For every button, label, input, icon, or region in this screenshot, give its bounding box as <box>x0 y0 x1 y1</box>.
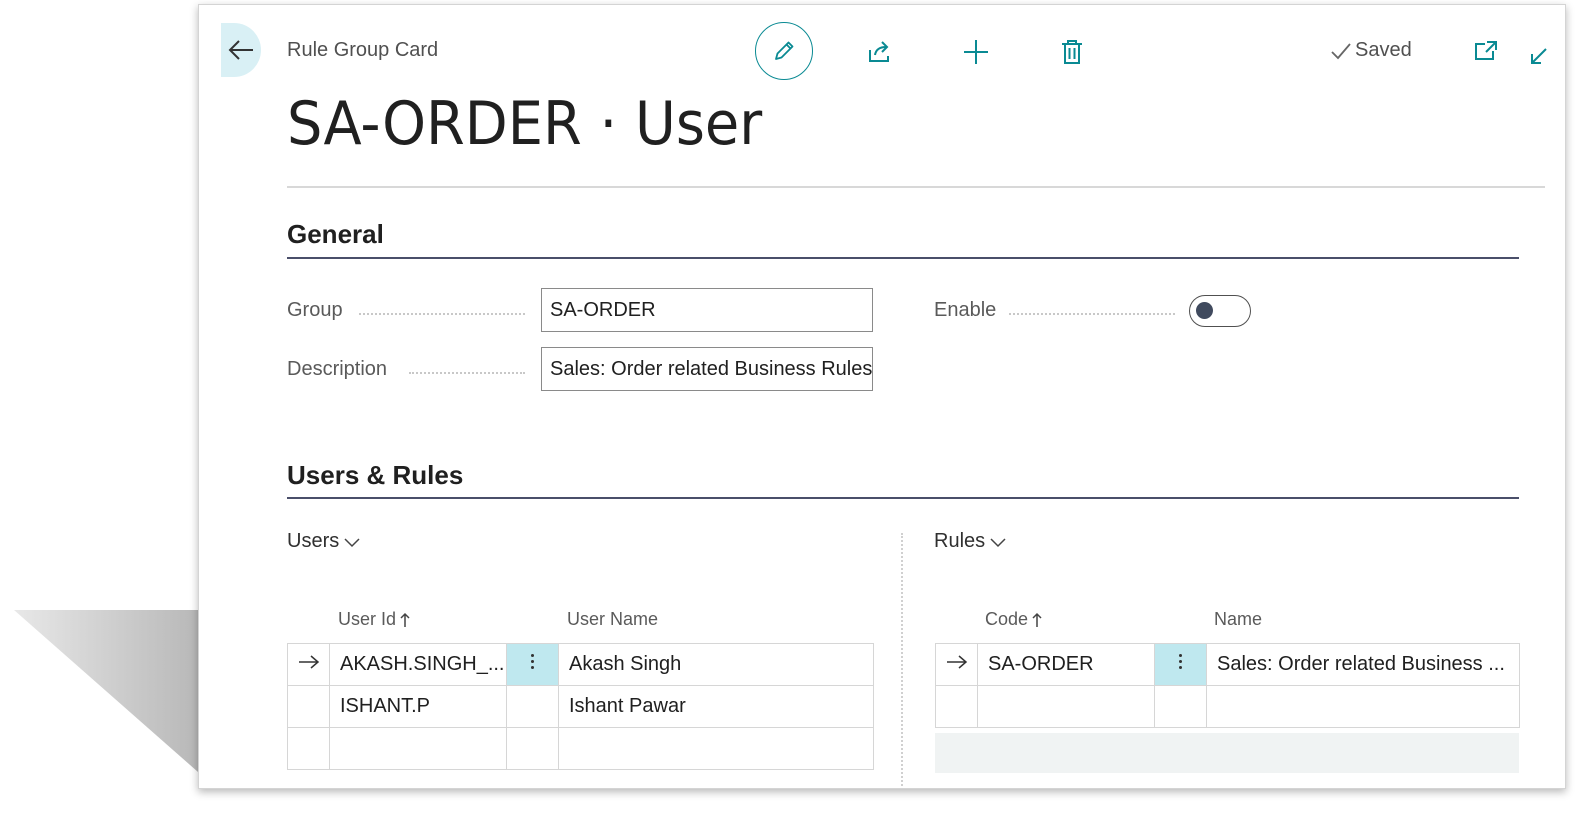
enable-label: Enable <box>934 299 997 321</box>
rules-part-menu[interactable]: Rules <box>934 530 1007 553</box>
back-button[interactable] <box>221 23 261 77</box>
share-icon <box>869 41 889 62</box>
user-name-cell[interactable]: Ishant Pawar <box>558 685 874 728</box>
col-header-name-label: Name <box>1214 609 1263 629</box>
row-actions-button[interactable] <box>1154 643 1207 686</box>
code-cell[interactable]: SA-ORDER <box>977 643 1155 686</box>
title-divider <box>287 186 1545 188</box>
table-row[interactable] <box>287 727 874 770</box>
check-icon <box>1331 42 1351 59</box>
users-rules-section-heading[interactable]: Users & Rules <box>287 460 463 491</box>
row-indicator <box>287 643 330 686</box>
description-field[interactable]: Sales: Order related Business Rules <box>541 347 873 391</box>
col-header-code[interactable]: Code <box>985 609 1042 630</box>
row-indicator <box>935 643 978 686</box>
group-label: Group <box>287 299 343 321</box>
delete-button[interactable] <box>1055 37 1089 67</box>
chevron-down-icon <box>990 537 1006 547</box>
general-section-divider <box>287 257 1519 259</box>
collapse-button[interactable] <box>1527 43 1551 69</box>
row-indicator <box>935 685 978 728</box>
col-header-code-label: Code <box>985 609 1029 629</box>
parts-separator <box>901 533 903 788</box>
sort-ascending-icon <box>400 612 410 627</box>
open-new-window-button[interactable] <box>1471 37 1501 65</box>
users-rules-section-divider <box>287 497 1519 499</box>
row-actions-cell[interactable] <box>506 685 559 728</box>
plus-icon <box>964 40 988 64</box>
toggle-knob <box>1196 302 1213 319</box>
row-arrow-icon <box>298 655 319 669</box>
users-part-menu[interactable]: Users <box>287 530 361 553</box>
table-row[interactable] <box>935 685 1520 728</box>
new-button[interactable] <box>959 37 993 67</box>
description-leader-dots <box>409 372 525 374</box>
rule-group-card: Rule Group Card Saved SA-ORDER · User Ge… <box>198 4 1566 789</box>
general-section-heading[interactable]: General <box>287 219 384 250</box>
page-title: SA-ORDER · User <box>287 89 763 159</box>
table-row[interactable]: SA-ORDER Sales: Order related Business .… <box>935 643 1520 686</box>
user-name-cell[interactable] <box>558 727 874 770</box>
user-id-cell[interactable]: AKASH.SINGH_... <box>329 643 507 686</box>
name-cell[interactable] <box>1206 685 1520 728</box>
name-cell[interactable]: Sales: Order related Business ... <box>1206 643 1520 686</box>
chevron-down-icon <box>344 537 360 547</box>
collapse-icon <box>1531 48 1547 64</box>
users-table: AKASH.SINGH_... Akash Singh ISHANT.P Ish… <box>287 643 874 770</box>
user-id-cell[interactable]: ISHANT.P <box>329 685 507 728</box>
saved-status: Saved <box>1330 39 1412 62</box>
more-vertical-icon <box>531 651 535 672</box>
row-indicator <box>287 685 330 728</box>
code-cell[interactable] <box>977 685 1155 728</box>
col-header-name[interactable]: Name <box>1214 609 1262 630</box>
page-caption: Rule Group Card <box>287 39 439 61</box>
rules-part-title: Rules <box>934 530 986 552</box>
rules-table-empty-area <box>935 733 1519 773</box>
rules-table: SA-ORDER Sales: Order related Business .… <box>935 643 1520 728</box>
description-label: Description <box>287 358 388 380</box>
open-in-new-window-icon <box>1475 41 1497 60</box>
user-id-cell[interactable] <box>329 727 507 770</box>
enable-toggle[interactable] <box>1189 295 1251 327</box>
user-name-cell[interactable]: Akash Singh <box>558 643 874 686</box>
sort-ascending-icon <box>1032 612 1042 627</box>
row-arrow-icon <box>946 655 967 669</box>
table-row[interactable]: AKASH.SINGH_... Akash Singh <box>287 643 874 686</box>
saved-label: Saved <box>1355 39 1412 61</box>
users-part-title: Users <box>287 530 340 552</box>
more-vertical-icon <box>1179 651 1183 672</box>
group-leader-dots <box>359 313 525 315</box>
back-arrow-icon <box>228 40 253 60</box>
share-button[interactable] <box>863 37 897 67</box>
row-actions-cell[interactable] <box>506 727 559 770</box>
enable-leader-dots <box>1009 313 1175 315</box>
pencil-icon <box>775 41 794 60</box>
col-header-user-id-label: User Id <box>338 609 397 629</box>
col-header-user-id[interactable]: User Id <box>338 609 410 630</box>
group-field[interactable]: SA-ORDER <box>541 288 873 332</box>
table-row[interactable]: ISHANT.P Ishant Pawar <box>287 685 874 728</box>
edit-button[interactable] <box>755 22 813 80</box>
row-actions-button[interactable] <box>506 643 559 686</box>
row-actions-cell[interactable] <box>1154 685 1207 728</box>
col-header-user-name-label: User Name <box>567 609 659 629</box>
trash-icon <box>1062 40 1082 64</box>
col-header-user-name[interactable]: User Name <box>567 609 658 630</box>
row-indicator <box>287 727 330 770</box>
